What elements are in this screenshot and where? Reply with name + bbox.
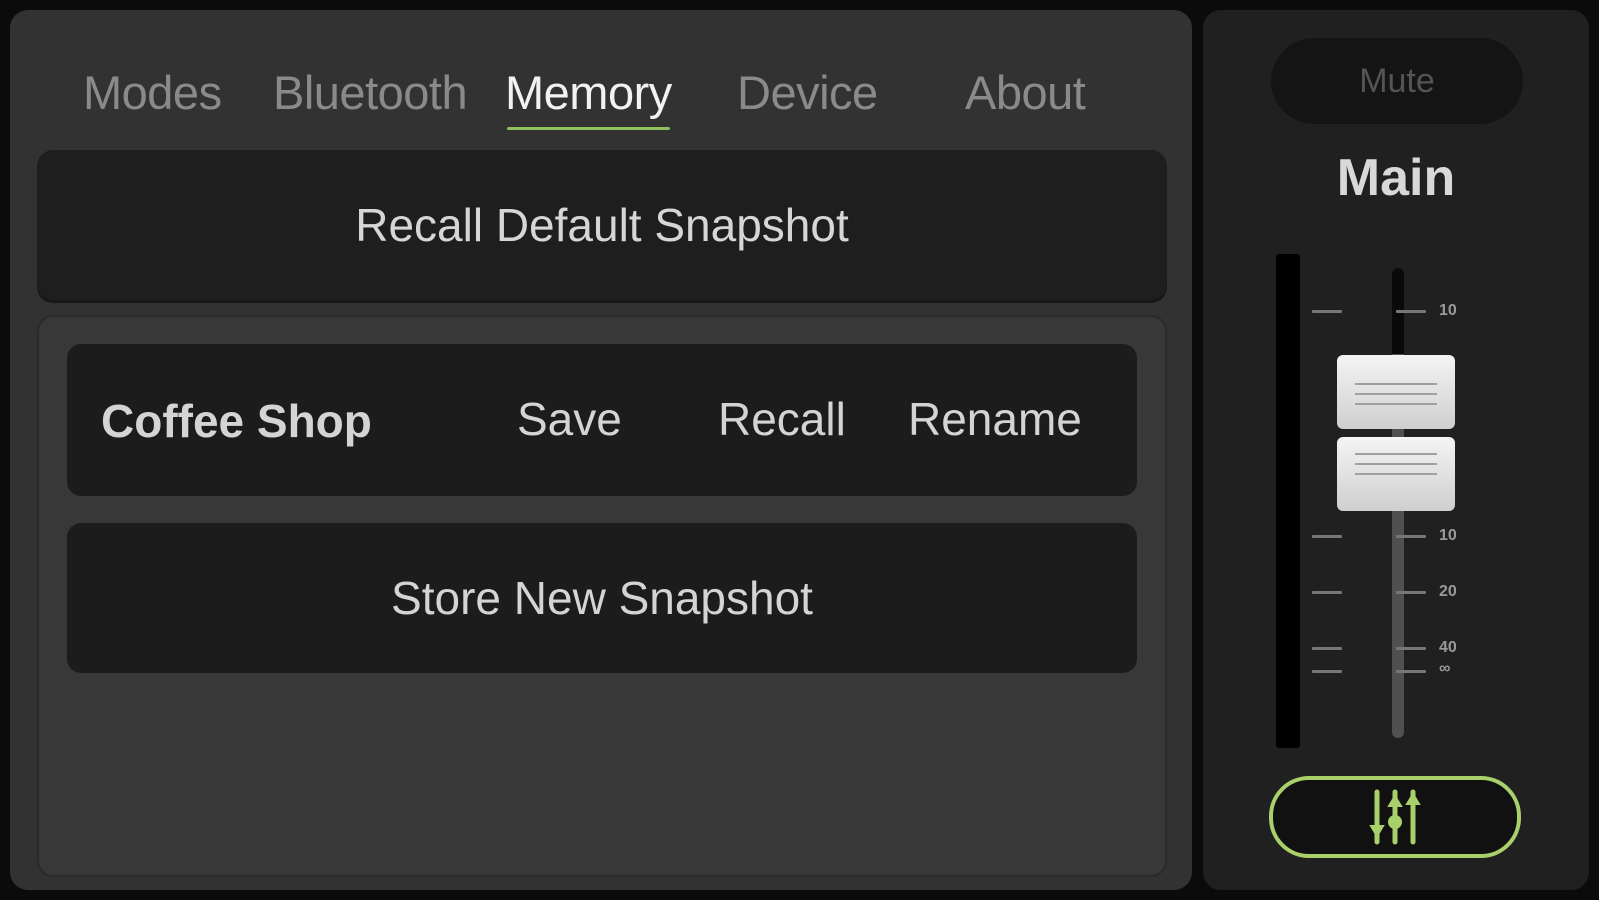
scale-tick (1312, 535, 1342, 538)
store-new-snapshot-button[interactable]: Store New Snapshot (67, 523, 1137, 673)
snapshot-row: Coffee Shop Save Recall Rename (67, 344, 1137, 496)
snapshot-list: Coffee Shop Save Recall Rename Store New… (37, 315, 1167, 877)
scale-label-minus20: 20 (1439, 583, 1457, 600)
recall-default-snapshot-button[interactable]: Recall Default Snapshot (37, 150, 1167, 300)
fader-handle[interactable] (1337, 355, 1455, 513)
scale-tick (1312, 670, 1342, 673)
main-channel-strip: Mute Main 10 5 U 5 10 20 40 ∞ (1203, 10, 1589, 890)
tab-bluetooth[interactable]: Bluetooth (273, 65, 468, 120)
scale-tick (1396, 591, 1426, 594)
tab-bar: Modes Bluetooth Memory Device About (10, 65, 1192, 145)
scale-tick (1312, 310, 1342, 313)
scale-tick (1396, 670, 1426, 673)
snapshot-name: Coffee Shop (101, 395, 372, 447)
mixer-view-button[interactable] (1269, 776, 1521, 858)
tab-memory[interactable]: Memory (505, 65, 672, 130)
channel-name: Main (1336, 149, 1456, 207)
tab-about[interactable]: About (965, 65, 1086, 120)
scale-tick (1396, 535, 1426, 538)
tab-modes[interactable]: Modes (83, 65, 222, 120)
rename-snapshot-button[interactable]: Rename (908, 392, 1082, 446)
scale-tick (1396, 647, 1426, 650)
scale-label-10: 10 (1439, 302, 1457, 319)
recall-snapshot-button[interactable]: Recall (718, 392, 846, 446)
mute-button[interactable]: Mute (1271, 38, 1523, 124)
scale-label-minus40: 40 (1439, 639, 1457, 656)
scale-label-infinity: ∞ (1439, 660, 1451, 677)
scale-label-minus10: 10 (1439, 527, 1457, 544)
scale-tick (1396, 310, 1426, 313)
level-meter (1276, 254, 1300, 748)
scale-tick (1312, 591, 1342, 594)
tab-device[interactable]: Device (737, 65, 878, 120)
memory-panel: Modes Bluetooth Memory Device About Reca… (10, 10, 1192, 890)
mixer-sliders-icon (1369, 789, 1421, 845)
scale-tick (1312, 647, 1342, 650)
save-snapshot-button[interactable]: Save (517, 392, 622, 446)
